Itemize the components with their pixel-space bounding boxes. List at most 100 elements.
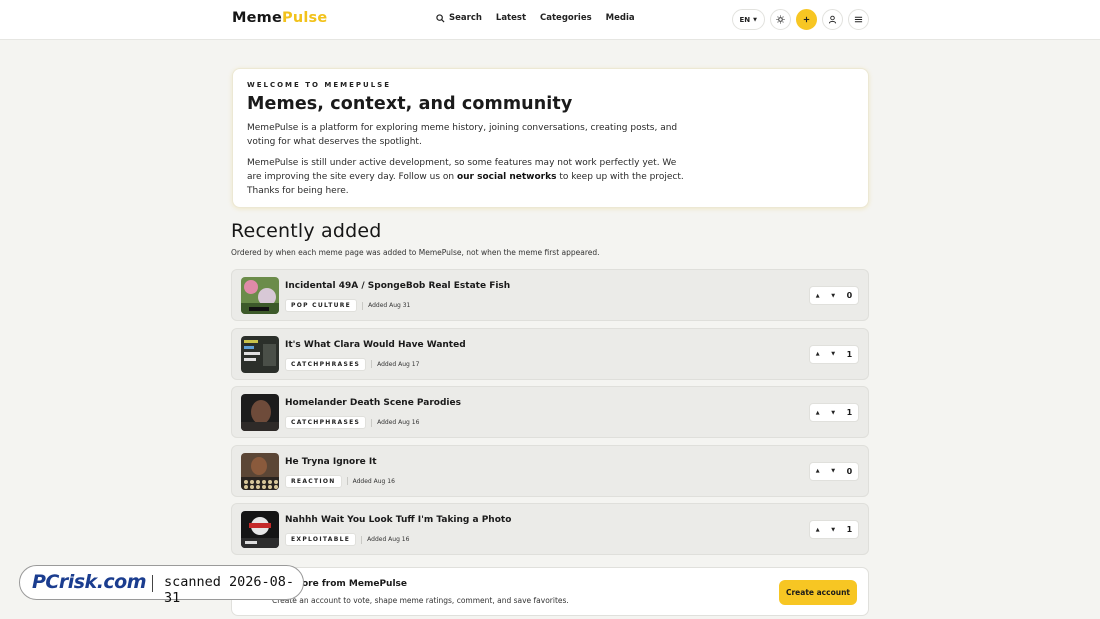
- pcrisk-logo: PCrisk.com: [32, 571, 147, 593]
- language-select[interactable]: EN ▼: [731, 9, 765, 30]
- account-button[interactable]: [822, 9, 843, 30]
- menu-button[interactable]: [848, 9, 869, 30]
- thumbnail-image: [241, 277, 279, 314]
- meme-meta: POP CULTURE Added Aug 31: [285, 299, 410, 312]
- vote-control: ▲ ▼ 1: [809, 403, 859, 422]
- nav-latest[interactable]: Latest: [496, 13, 526, 23]
- recently-added-subtitle: Ordered by when each meme page was added…: [231, 248, 600, 257]
- downvote-icon[interactable]: ▼: [831, 293, 835, 299]
- category-tag[interactable]: REACTION: [285, 474, 342, 488]
- social-networks-link[interactable]: our social networks: [457, 172, 557, 182]
- added-date: Added Aug 16: [352, 477, 395, 485]
- chevron-down-icon: ▼: [753, 16, 757, 23]
- vote-control: ▲ ▼ 0: [809, 286, 859, 305]
- logo-text-meme: Meme: [232, 10, 283, 26]
- welcome-eyebrow: WELCOME TO MEMEPULSE: [247, 81, 391, 89]
- thumbnail-image: [241, 335, 279, 373]
- added-date: Added Aug 16: [377, 419, 420, 426]
- meme-row[interactable]: Nahhh Wait You Look Tuff I'm Taking a Ph…: [231, 503, 869, 555]
- vote-control: ▲ ▼ 1: [809, 344, 859, 364]
- welcome-card: WELCOME TO MEMEPULSE Memes, context, and…: [232, 68, 869, 208]
- added-date: Added Aug 31: [368, 302, 411, 309]
- meme-thumbnail[interactable]: [241, 335, 279, 373]
- vote-control: ▲ ▼ 0: [809, 461, 859, 481]
- upvote-icon[interactable]: ▲: [816, 351, 820, 357]
- scanned-date: scanned 2026-08-31: [164, 574, 295, 606]
- meme-row[interactable]: He Tryna Ignore It REACTION Added Aug 16…: [231, 444, 869, 497]
- meme-row[interactable]: It's What Clara Would Have Wanted CATCHP…: [231, 327, 869, 380]
- signup-banner-subtitle: Create an account to vote, shape meme ra…: [272, 596, 569, 605]
- category-tag[interactable]: CATCHPHRASES: [285, 357, 367, 371]
- plus-icon: [803, 16, 810, 23]
- signup-banner: ore from MemePulse Create an account to …: [231, 567, 869, 616]
- meme-row[interactable]: Incidental 49A / SpongeBob Real Estate F…: [231, 269, 869, 321]
- vote-count: 0: [846, 466, 853, 476]
- meme-meta: CATCHPHRASES Added Aug 16: [285, 416, 419, 429]
- language-value: EN: [739, 15, 751, 24]
- welcome-status: MemePulse is still under active developm…: [247, 156, 687, 198]
- upvote-icon[interactable]: ▲: [816, 468, 820, 474]
- meme-thumbnail[interactable]: [241, 452, 279, 490]
- meme-title[interactable]: It's What Clara Would Have Wanted: [285, 340, 466, 350]
- site-logo[interactable]: MemePulse: [232, 10, 327, 26]
- create-post-button[interactable]: [796, 9, 817, 30]
- meme-thumbnail[interactable]: [241, 277, 279, 314]
- search-icon: [436, 13, 445, 23]
- downvote-icon[interactable]: ▼: [831, 527, 835, 533]
- thumbnail-image: [241, 452, 279, 490]
- downvote-icon[interactable]: ▼: [831, 351, 835, 357]
- downvote-icon[interactable]: ▼: [831, 410, 835, 416]
- upvote-icon[interactable]: ▲: [816, 293, 820, 299]
- vote-count: 1: [846, 349, 853, 359]
- vote-count: 1: [846, 408, 853, 417]
- meme-meta: EXPLOITABLE Added Aug 16: [285, 533, 409, 546]
- divider: [361, 535, 363, 544]
- nav-latest-label: Latest: [495, 13, 527, 23]
- meme-meta: REACTION Added Aug 16: [285, 474, 395, 488]
- thumbnail-image: [241, 394, 279, 431]
- meme-title[interactable]: Homelander Death Scene Parodies: [285, 398, 461, 408]
- user-icon: [828, 15, 837, 24]
- logo-text-pulse: Pulse: [282, 10, 328, 26]
- category-tag[interactable]: POP CULTURE: [285, 299, 358, 312]
- category-tag[interactable]: EXPLOITABLE: [285, 533, 357, 546]
- meme-row[interactable]: Homelander Death Scene Parodies CATCHPHR…: [231, 386, 869, 438]
- nav-media[interactable]: Media: [606, 13, 635, 23]
- nav-categories-label: Categories: [540, 13, 592, 23]
- meme-title[interactable]: He Tryna Ignore It: [285, 457, 377, 467]
- downvote-icon[interactable]: ▼: [831, 468, 835, 474]
- nav-search[interactable]: Search: [436, 13, 482, 23]
- nav-media-label: Media: [605, 13, 635, 23]
- vote-control: ▲ ▼ 1: [809, 520, 859, 539]
- pcrisk-watermark: PCrisk.com scanned 2026-08-31: [19, 565, 304, 606]
- welcome-intro: MemePulse is a platform for exploring me…: [247, 123, 678, 147]
- vote-count: 0: [846, 291, 853, 300]
- vote-count: 1: [846, 525, 853, 534]
- sun-icon: [776, 15, 785, 24]
- divider: [362, 301, 364, 310]
- upvote-icon[interactable]: ▲: [816, 410, 820, 416]
- meme-title[interactable]: Incidental 49A / SpongeBob Real Estate F…: [285, 281, 510, 291]
- added-date: Added Aug 16: [367, 536, 410, 543]
- divider: [346, 477, 348, 485]
- nav-search-label: Search: [449, 13, 482, 23]
- meme-thumbnail[interactable]: [241, 511, 279, 548]
- menu-icon: [854, 16, 863, 23]
- top-navbar: MemePulse Search Latest Categories Media…: [0, 0, 1100, 40]
- welcome-title: Memes, context, and community: [247, 94, 573, 114]
- divider: [371, 418, 373, 427]
- meme-title[interactable]: Nahhh Wait You Look Tuff I'm Taking a Ph…: [285, 515, 511, 525]
- meme-thumbnail[interactable]: [241, 394, 279, 431]
- main-nav: Search Latest Categories Media: [436, 13, 635, 23]
- meme-list: Incidental 49A / SpongeBob Real Estate F…: [231, 269, 869, 562]
- divider: [371, 360, 373, 368]
- signup-banner-title: ore from MemePulse: [302, 579, 407, 589]
- meme-meta: CATCHPHRASES Added Aug 17: [285, 357, 420, 371]
- category-tag[interactable]: CATCHPHRASES: [285, 416, 367, 429]
- upvote-icon[interactable]: ▲: [816, 527, 820, 533]
- watermark-divider: [152, 575, 153, 592]
- added-date: Added Aug 17: [377, 360, 420, 368]
- theme-toggle-button[interactable]: [770, 9, 791, 30]
- nav-categories[interactable]: Categories: [540, 13, 592, 23]
- create-account-button[interactable]: Create account: [779, 580, 857, 605]
